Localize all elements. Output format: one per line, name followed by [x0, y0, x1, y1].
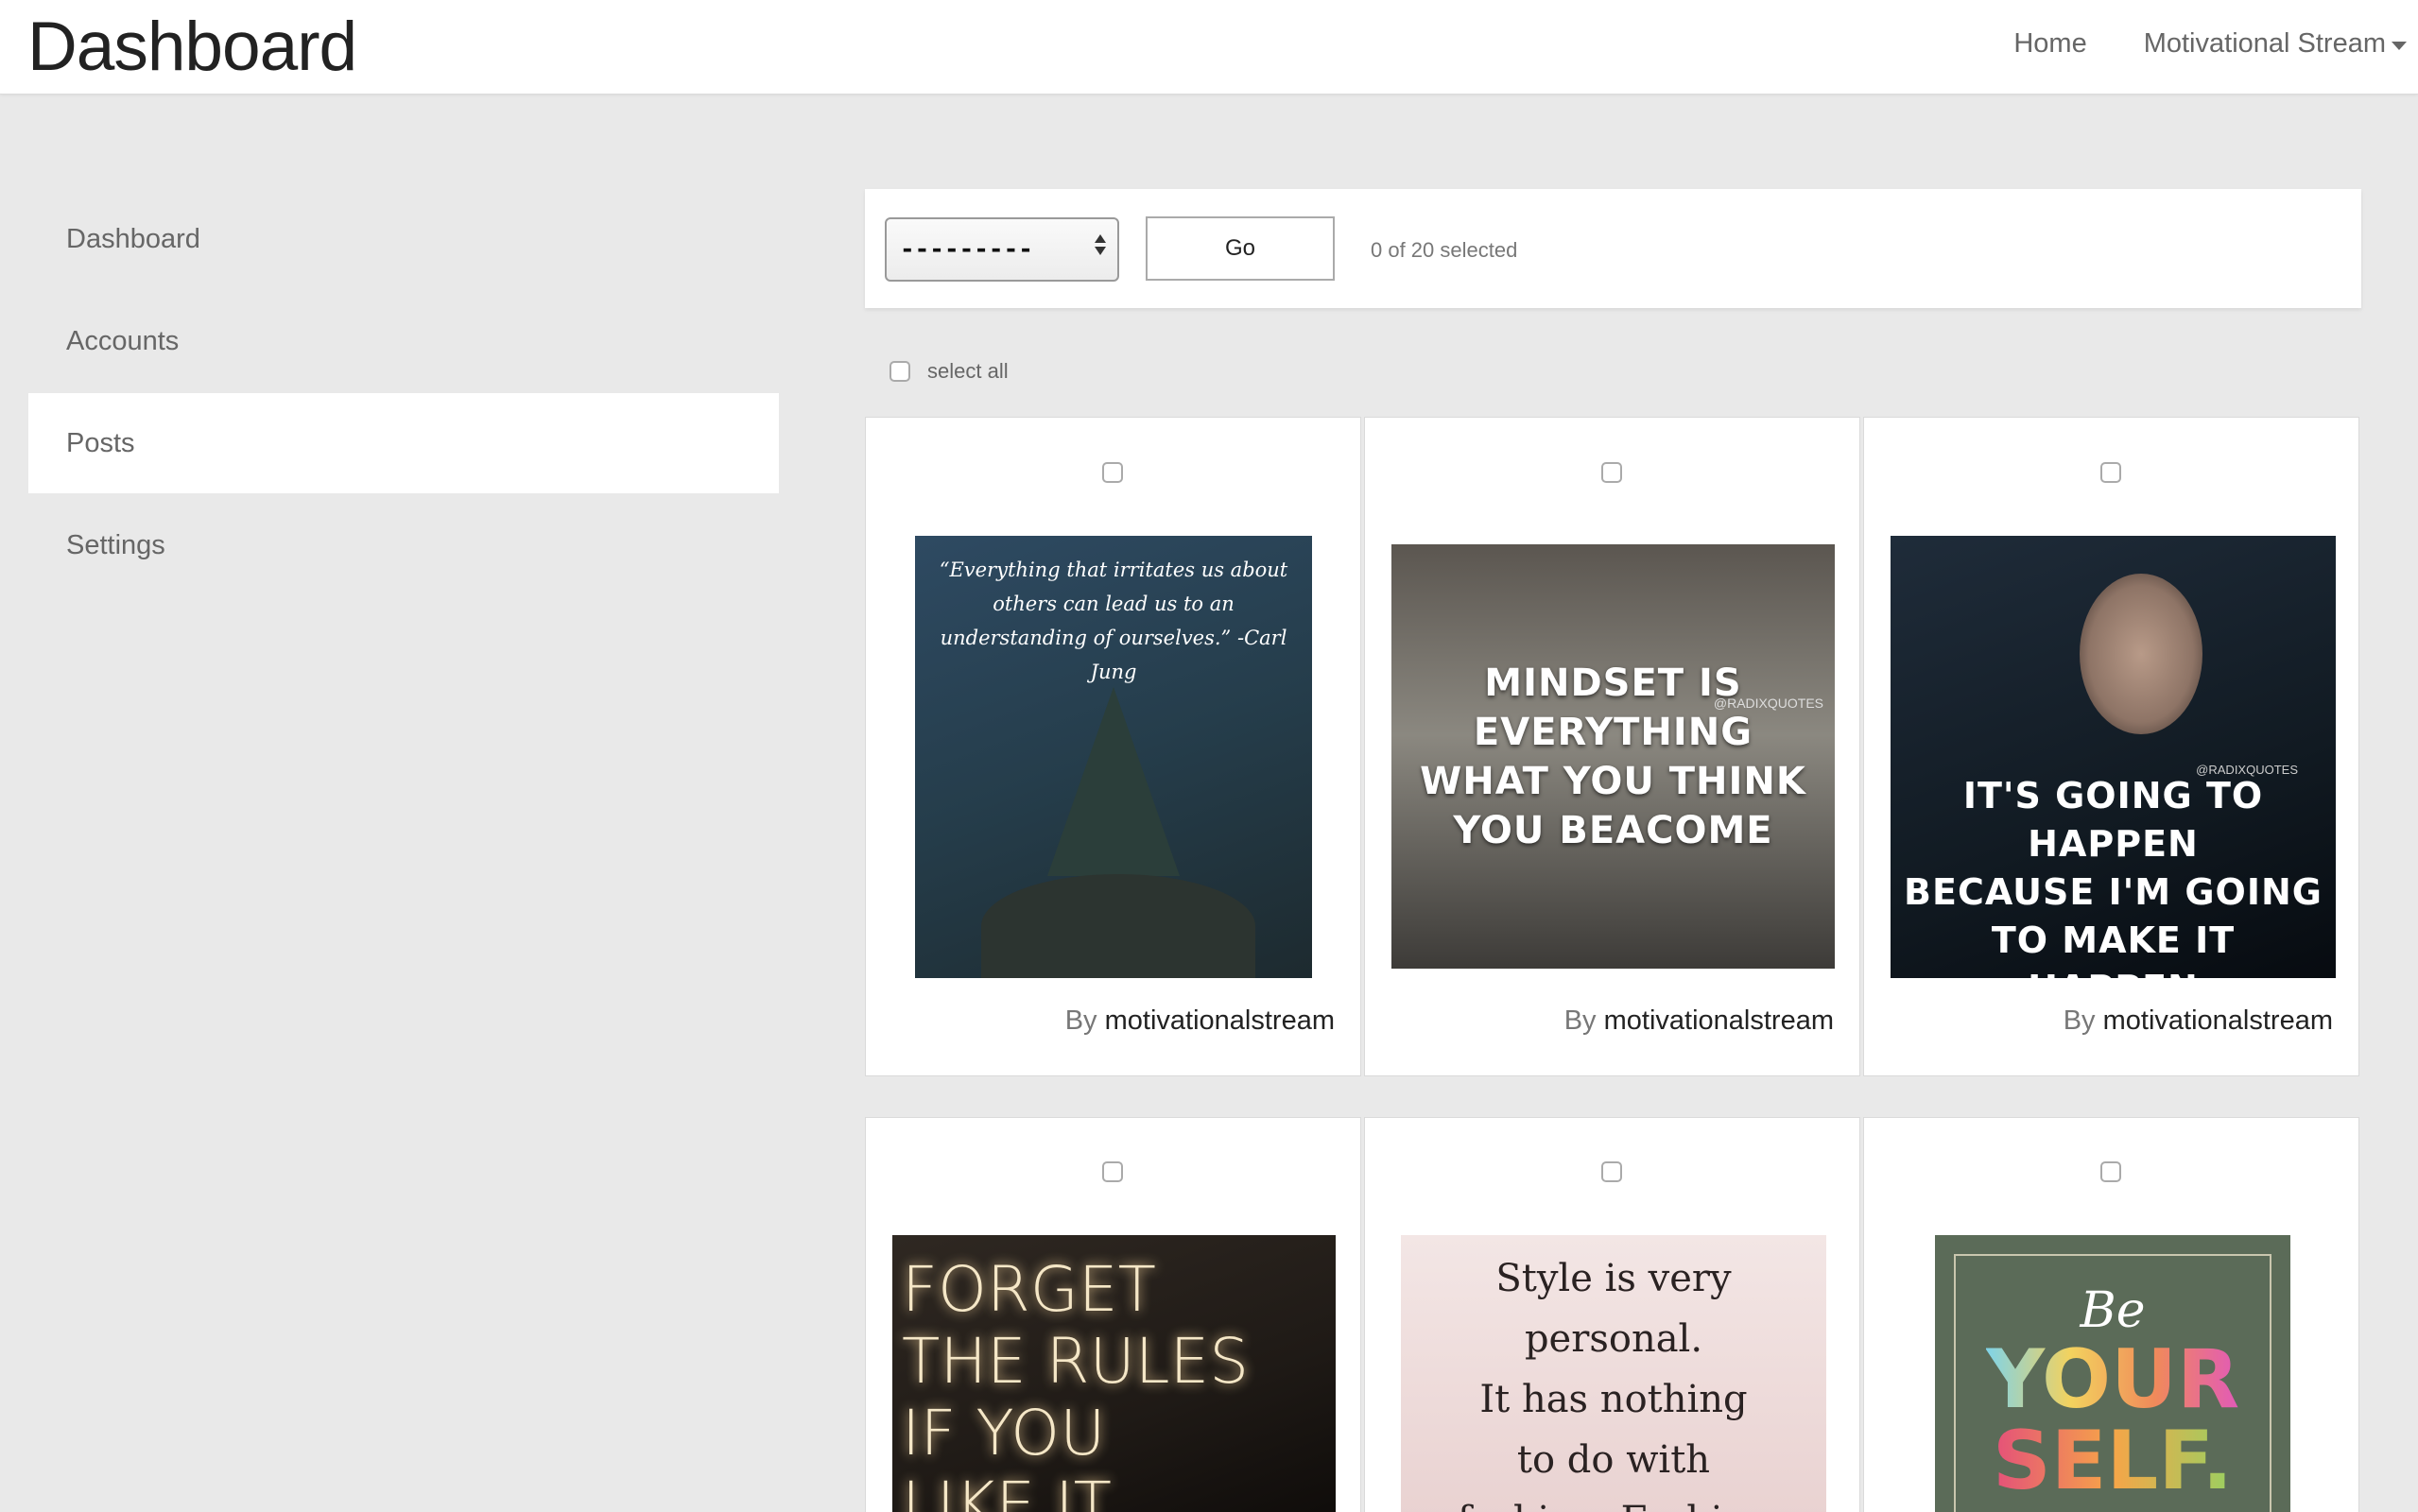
- post-image-quote: “Everything that irritates us about othe…: [939, 558, 1288, 683]
- post-card: @RADIXQUOTES IT'S GOING TO HAPPEN BECAUS…: [1863, 417, 2359, 1076]
- post-image-line: IF YOU: [902, 1397, 1106, 1469]
- post-checkbox[interactable]: [1102, 462, 1123, 483]
- account-dropdown[interactable]: Motivational Stream: [2144, 28, 2407, 60]
- sidebar-item-posts[interactable]: Posts: [28, 393, 779, 493]
- rock-shape: [981, 874, 1255, 978]
- post-image[interactable]: @RADIXQUOTES IT'S GOING TO HAPPEN BECAUS…: [1891, 536, 2336, 978]
- post-author-link[interactable]: motivationalstream: [1604, 1005, 1834, 1036]
- post-image[interactable]: Style is very personal. It has nothing t…: [1401, 1235, 1826, 1512]
- post-author-link[interactable]: motivationalstream: [2103, 1005, 2333, 1036]
- post-image-line: WHAT YOU THINK: [1420, 759, 1806, 803]
- action-select[interactable]: ---------: [885, 217, 1119, 282]
- sidebar-item-settings[interactable]: Settings: [28, 495, 779, 595]
- post-image-line: IT'S GOING TO HAPPEN: [1962, 775, 2264, 865]
- account-dropdown-label: Motivational Stream: [2143, 28, 2386, 59]
- post-card: Style is very personal. It has nothing t…: [1364, 1117, 1860, 1512]
- post-image-line: LIKE IT: [902, 1469, 1112, 1512]
- select-all-checkbox[interactable]: [889, 361, 910, 382]
- post-checkbox[interactable]: [1102, 1161, 1123, 1182]
- post-image-line: Style is very: [1495, 1257, 1732, 1300]
- sidebar: Dashboard Accounts Posts Settings: [28, 189, 779, 597]
- post-image[interactable]: Be YOUR SELF.: [1935, 1235, 2290, 1512]
- by-label: By: [1563, 1005, 1597, 1036]
- post-card: FORGET THE RULES IF YOU LIKE IT: [865, 1117, 1361, 1512]
- bulk-action-bar: --------- Go 0 of 20 selected: [865, 189, 2361, 308]
- caret-down-icon: [2392, 41, 2407, 50]
- post-card: Be YOUR SELF.: [1863, 1117, 2359, 1512]
- selection-count: 0 of 20 selected: [1371, 238, 1518, 262]
- post-image-line: It has nothing: [1479, 1378, 1748, 1421]
- post-image[interactable]: FORGET THE RULES IF YOU LIKE IT: [892, 1235, 1336, 1512]
- sidebar-item-label: Posts: [66, 427, 135, 458]
- post-image-line: BECAUSE I'M GOING: [1904, 871, 2323, 913]
- post-image-line: THE RULES: [902, 1325, 1250, 1398]
- post-byline: By motivationalstream: [1564, 1005, 1834, 1037]
- post-checkbox[interactable]: [1601, 1161, 1622, 1182]
- post-image-line: YOU BEACOME: [1453, 808, 1773, 852]
- sidebar-item-label: Accounts: [66, 325, 180, 356]
- post-author-link[interactable]: motivationalstream: [1105, 1005, 1335, 1036]
- post-card: “Everything that irritates us about othe…: [865, 417, 1361, 1076]
- post-checkbox[interactable]: [1601, 462, 1622, 483]
- post-image-line: to do with: [1516, 1438, 1711, 1482]
- go-button[interactable]: Go: [1146, 216, 1335, 281]
- post-image-line: personal.: [1524, 1317, 1703, 1361]
- by-label: By: [1064, 1005, 1097, 1036]
- portrait-shape: [2080, 574, 2202, 734]
- top-navbar: Dashboard Home Motivational Stream: [0, 0, 2418, 94]
- post-image-text: IT'S GOING TO HAPPEN BECAUSE I'M GOING T…: [1891, 772, 2336, 978]
- post-image[interactable]: “Everything that irritates us about othe…: [915, 536, 1312, 978]
- post-checkbox[interactable]: [2100, 462, 2121, 483]
- sidebar-item-label: Settings: [66, 529, 165, 560]
- nav-links: Home Motivational Stream: [2013, 28, 2407, 60]
- post-image-line: FORGET: [902, 1253, 1156, 1326]
- image-frame: [1954, 1254, 2271, 1512]
- by-label: By: [2063, 1005, 2096, 1036]
- select-arrows-icon: [1095, 234, 1106, 255]
- post-byline: By motivationalstream: [1065, 1005, 1335, 1037]
- sidebar-item-accounts[interactable]: Accounts: [28, 291, 779, 391]
- sidebar-item-label: Dashboard: [66, 223, 200, 254]
- post-checkbox[interactable]: [2100, 1161, 2121, 1182]
- post-image[interactable]: @RADIXQUOTES MINDSET IS EVERYTHING WHAT …: [1391, 544, 1835, 969]
- post-card: @RADIXQUOTES MINDSET IS EVERYTHING WHAT …: [1364, 417, 1860, 1076]
- select-all-row: select all: [889, 359, 1009, 384]
- post-image-line: HAPPEN: [1891, 965, 2336, 978]
- action-select-value: ---------: [900, 235, 1033, 264]
- select-all-label: select all: [927, 359, 1009, 383]
- nav-home-link[interactable]: Home: [2013, 28, 2086, 60]
- post-image-line: TO MAKE IT: [1991, 919, 2236, 961]
- brand-title[interactable]: Dashboard: [27, 8, 357, 86]
- hooded-figure-shape: [1047, 687, 1180, 876]
- sidebar-item-dashboard[interactable]: Dashboard: [28, 189, 779, 289]
- post-byline: By motivationalstream: [2064, 1005, 2333, 1037]
- post-image-line: fashion. Fashion: [1458, 1490, 1770, 1512]
- image-watermark: @RADIXQUOTES: [1713, 696, 1823, 711]
